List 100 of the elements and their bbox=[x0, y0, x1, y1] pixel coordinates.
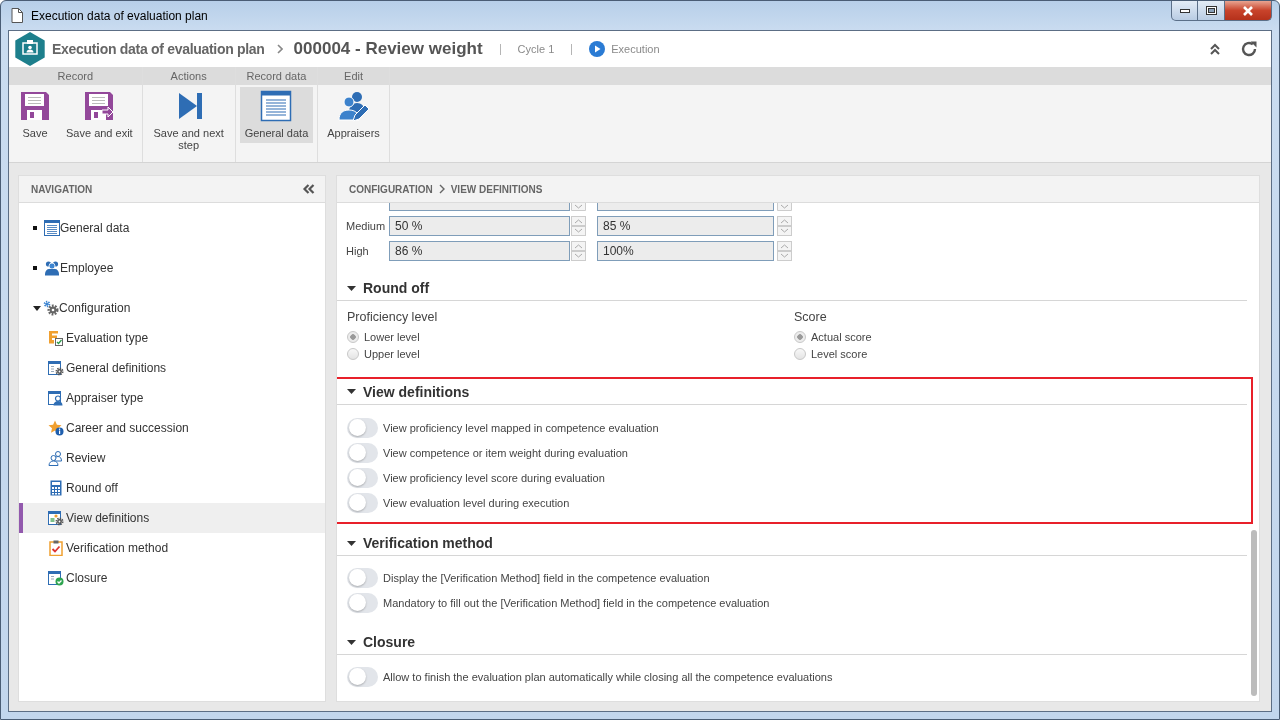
close-button[interactable] bbox=[1225, 1, 1272, 21]
nav-item[interactable]: View definitions bbox=[19, 503, 325, 533]
toggle-switch[interactable] bbox=[347, 666, 378, 687]
window-person-icon bbox=[48, 390, 64, 406]
radio-button[interactable] bbox=[794, 330, 806, 343]
save-and-next-step-button[interactable]: Save and next step bbox=[146, 87, 231, 155]
spin-down-icon[interactable] bbox=[777, 203, 792, 211]
input-field[interactable]: 100% bbox=[597, 241, 774, 261]
save-button[interactable]: Save bbox=[13, 87, 57, 143]
nav-item[interactable]: General definitions bbox=[19, 353, 325, 383]
input-field[interactable]: 86 % bbox=[389, 241, 570, 261]
input-field[interactable] bbox=[597, 203, 774, 211]
maximize-icon bbox=[1205, 6, 1217, 15]
people-outline-icon bbox=[48, 450, 64, 466]
nav-item[interactable]: Review bbox=[19, 443, 325, 473]
scrollbar-thumb[interactable] bbox=[1251, 530, 1257, 696]
spinner-arrows-icon[interactable] bbox=[571, 241, 586, 261]
group-label: Record data bbox=[235, 67, 318, 85]
nav-item[interactable]: Configuration bbox=[19, 293, 325, 323]
nav-item[interactable]: Employee bbox=[19, 253, 325, 283]
range-label: Medium bbox=[346, 220, 387, 232]
minimize-icon bbox=[1179, 8, 1190, 13]
section-header[interactable]: Verification method bbox=[337, 531, 1247, 556]
calculator-icon bbox=[48, 480, 64, 496]
nav-item[interactable]: Evaluation type bbox=[19, 323, 325, 353]
spin-down-icon[interactable] bbox=[571, 203, 586, 211]
double-chevron-up-icon[interactable] bbox=[1210, 43, 1220, 55]
toggle-switch[interactable] bbox=[347, 467, 378, 488]
bullet-icon bbox=[33, 226, 37, 230]
window-title: Execution data of evaluation plan bbox=[31, 8, 208, 23]
input-field[interactable]: 50 % bbox=[389, 216, 570, 236]
field-label: Proficiency level bbox=[347, 310, 439, 324]
toggle-label: View proficiency level score during evaluation bbox=[383, 471, 605, 484]
nav-item[interactable]: Round off bbox=[19, 473, 325, 503]
toggle-switch[interactable] bbox=[347, 492, 378, 513]
close-icon bbox=[1242, 5, 1254, 16]
document-icon bbox=[11, 8, 23, 23]
section-header[interactable]: Round off bbox=[337, 276, 1247, 301]
spinner-arrows-icon[interactable] bbox=[777, 241, 792, 261]
spinner-arrows-icon[interactable] bbox=[777, 216, 792, 236]
option-label[interactable]: Lower level bbox=[364, 330, 420, 343]
list-window-icon bbox=[44, 220, 60, 236]
star-info-icon bbox=[48, 420, 64, 436]
double-chevron-left-icon[interactable] bbox=[302, 184, 315, 194]
module-title: Execution data of evaluation plan bbox=[52, 41, 265, 57]
maximize-button[interactable] bbox=[1198, 1, 1225, 21]
toggle-switch[interactable] bbox=[347, 442, 378, 463]
chevron-right-icon bbox=[276, 44, 283, 54]
caret-down-icon[interactable] bbox=[347, 540, 356, 546]
minimize-button[interactable] bbox=[1171, 1, 1198, 21]
chevron-right-icon bbox=[438, 184, 445, 194]
radio-button[interactable] bbox=[347, 347, 359, 360]
toggle-switch[interactable] bbox=[347, 417, 378, 438]
toggle-label: View evaluation level during execution bbox=[383, 496, 570, 509]
cycle-label: Cycle 1 bbox=[517, 43, 555, 55]
caret-down-icon[interactable] bbox=[347, 285, 356, 291]
nav-item[interactable]: Career and succession bbox=[19, 413, 325, 443]
panel-title: NAVIGATION bbox=[31, 183, 93, 195]
toggle-switch[interactable] bbox=[347, 567, 378, 588]
section-header[interactable]: View definitions bbox=[337, 379, 1247, 405]
toggle-label: View proficiency level mapped in competence evaluation bbox=[383, 421, 659, 434]
group-label: Actions bbox=[142, 67, 235, 85]
radio-button[interactable] bbox=[347, 330, 359, 343]
field-label: Score bbox=[794, 310, 828, 324]
option-label[interactable]: Upper level bbox=[364, 347, 420, 360]
input-field[interactable] bbox=[389, 203, 570, 211]
status-label: Execution bbox=[611, 43, 660, 55]
appraisers-button[interactable]: Appraisers bbox=[322, 87, 385, 143]
caret-down-icon[interactable] bbox=[347, 639, 356, 645]
option-label[interactable]: Level score bbox=[811, 347, 868, 360]
range-label: High bbox=[346, 245, 370, 257]
caret-down-icon[interactable] bbox=[33, 305, 41, 311]
toggle-switch[interactable] bbox=[347, 592, 378, 613]
bullet-icon bbox=[33, 266, 37, 270]
breadcrumb-item[interactable]: CONFIGURATION bbox=[349, 183, 433, 195]
general-data-button[interactable]: General data bbox=[239, 87, 314, 143]
record-title: 000004 - Review weight bbox=[293, 39, 483, 59]
form-check-icon bbox=[48, 330, 64, 346]
people-pencil-icon bbox=[337, 90, 370, 122]
nav-item[interactable]: General data bbox=[19, 213, 325, 243]
group-label: Edit bbox=[318, 67, 389, 85]
window-check-icon bbox=[48, 570, 64, 586]
refresh-icon[interactable] bbox=[1240, 40, 1258, 58]
toggle-label: Display the [Verification Method] field in the competence evaluation bbox=[383, 571, 710, 584]
people-icon bbox=[44, 260, 60, 276]
toggle-label: View competence or item weight during evaluation bbox=[383, 446, 628, 459]
clipboard-check-icon bbox=[48, 540, 64, 556]
radio-button[interactable] bbox=[794, 347, 806, 360]
window-gear-icon bbox=[48, 360, 64, 376]
nav-item[interactable]: Closure bbox=[19, 563, 325, 593]
option-label[interactable]: Actual score bbox=[811, 330, 872, 343]
nav-item[interactable]: Verification method bbox=[19, 533, 325, 563]
list-window-icon bbox=[260, 90, 293, 122]
breadcrumb-item[interactable]: VIEW DEFINITIONS bbox=[450, 183, 543, 195]
caret-down-icon[interactable] bbox=[347, 389, 356, 394]
nav-item[interactable]: Appraiser type bbox=[19, 383, 325, 413]
save-and-exit-button[interactable]: Save and exit bbox=[61, 87, 138, 143]
input-field[interactable]: 85 % bbox=[597, 216, 774, 236]
spinner-arrows-icon[interactable] bbox=[571, 216, 586, 236]
section-header[interactable]: Closure bbox=[337, 630, 1247, 655]
